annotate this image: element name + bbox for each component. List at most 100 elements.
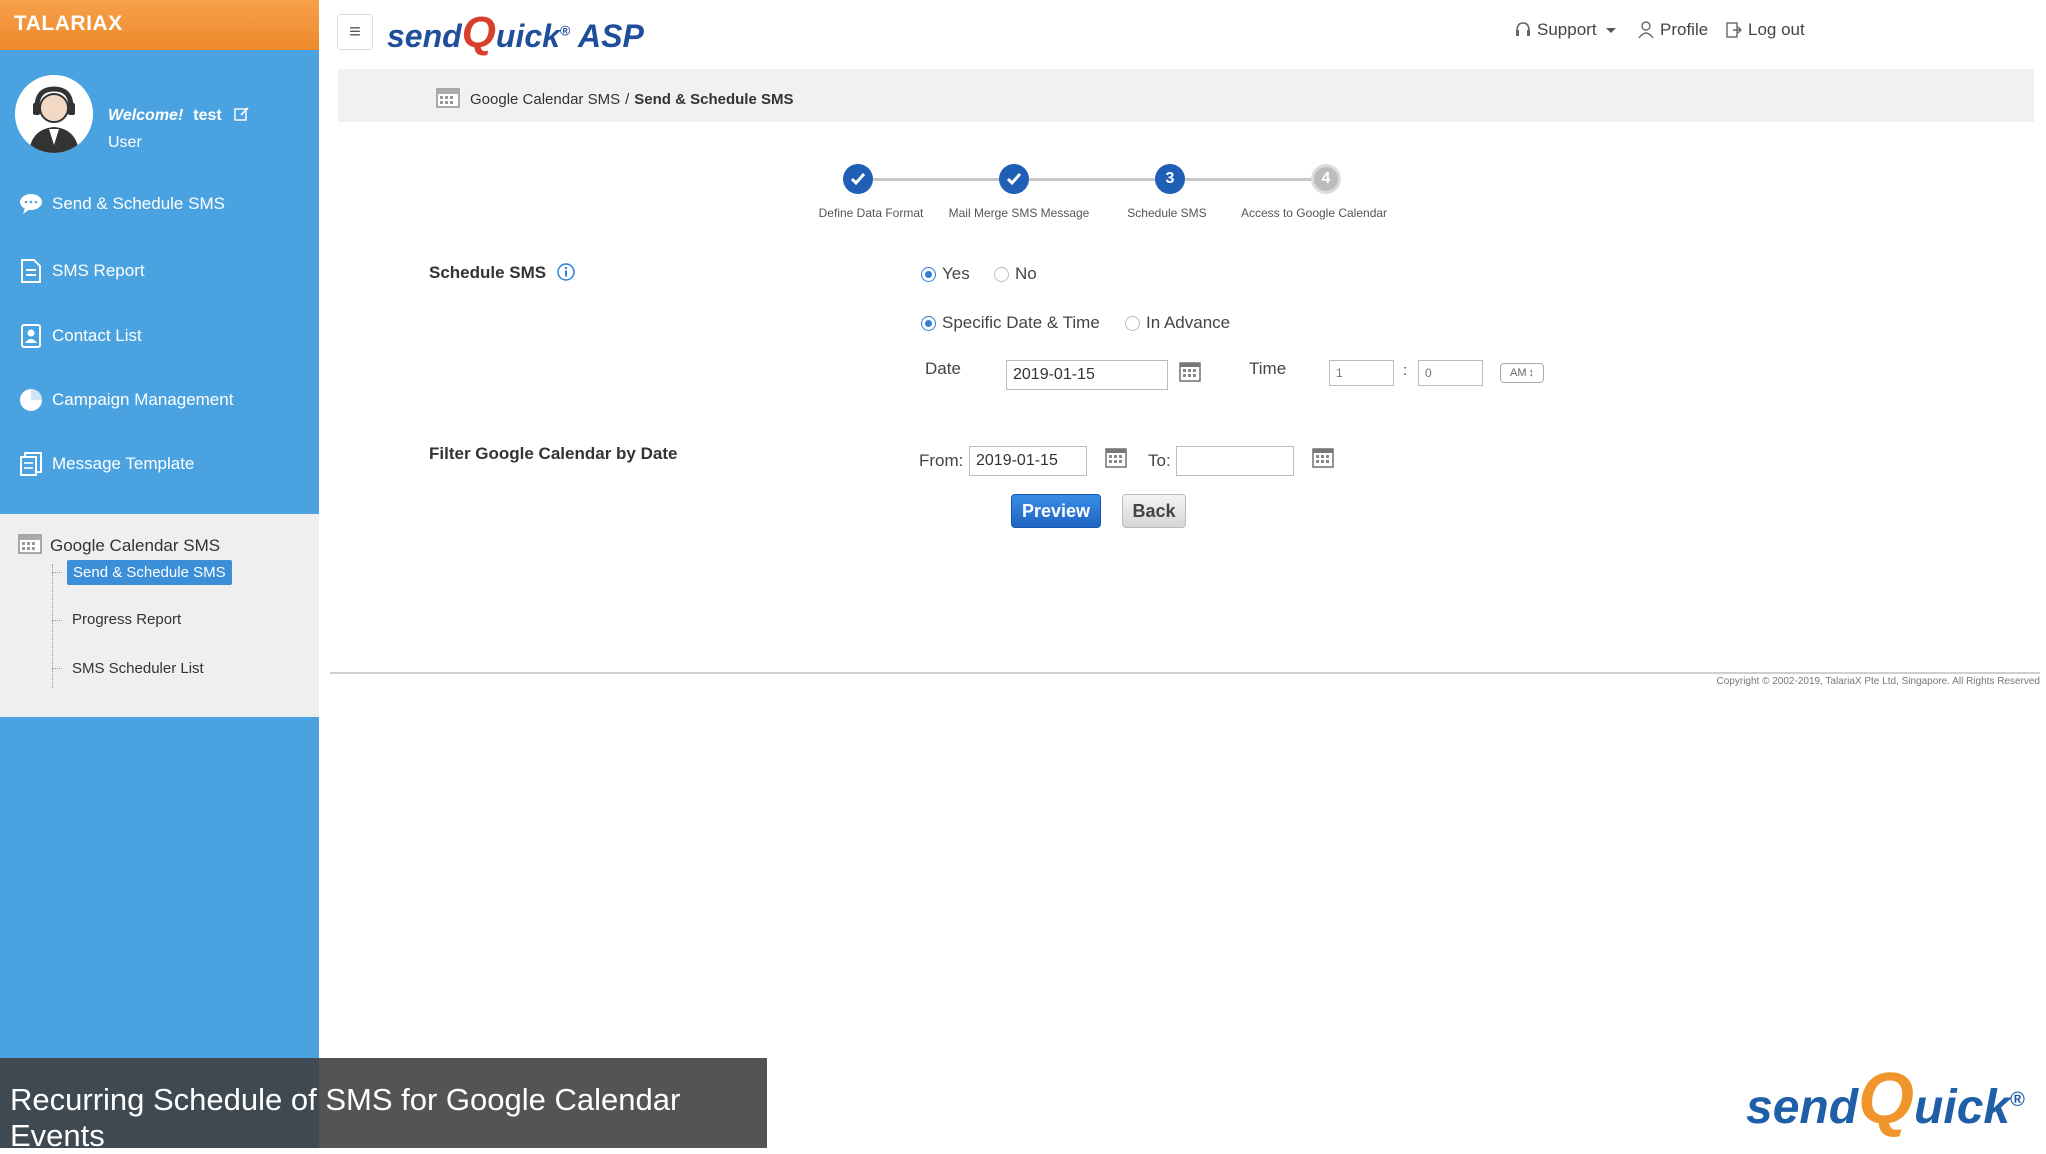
from-label: From: [919,451,964,470]
logo-q: Q [461,8,496,57]
profile-link[interactable]: Profile [1638,20,1708,40]
top-bar: ≡ sendQuick® ASP Support Profile Log out [319,0,2046,66]
submenu-send-schedule-sms[interactable]: Send & Schedule SMS [67,560,232,585]
breadcrumb-parent[interactable]: Google Calendar SMS [470,91,620,108]
tree-connector [52,572,62,573]
menu-toggle-button[interactable]: ≡ [337,14,373,50]
ampm-value: AM [1510,367,1527,379]
step-4-indicator: 4 [1311,164,1341,194]
content-divider [330,672,2040,674]
google-calendar-submenu: Google Calendar SMS Send & Schedule SMS … [0,514,319,717]
from-calendar-icon[interactable] [1105,446,1127,473]
date-label: Date [925,359,961,378]
caret-down-icon [1605,28,1616,33]
username: test [193,107,222,124]
radio-selected-indicator [921,266,936,282]
avatar [15,75,93,153]
date-calendar-icon[interactable] [1179,360,1201,387]
radio-selected-indicator [921,315,936,331]
logo-text: send [387,18,462,54]
radio-label: In Advance [1146,313,1231,332]
select-arrows-icon: ↕ [1528,367,1535,379]
user-role: User [108,134,142,151]
radio-indicator [1125,315,1140,331]
schedule-no-radio[interactable]: No [994,264,1037,284]
ampm-select[interactable]: AM ↕ [1500,363,1544,383]
radio-label: Specific Date & Time [942,313,1100,332]
edit-profile-icon[interactable] [234,106,250,127]
back-button[interactable]: Back [1122,494,1186,528]
headset-icon [1516,22,1530,36]
google-calendar-sms-label: Google Calendar SMS [50,535,221,555]
nav-label: Contact List [52,326,142,345]
sendquick-watermark-logo: sendQuick® [1746,1058,2025,1140]
radio-indicator [994,266,1009,282]
watermark-q: Q [1858,1059,1915,1139]
google-calendar-sms-heading[interactable]: Google Calendar SMS [18,532,220,559]
step-connector [1029,178,1169,181]
welcome-label: Welcome! [108,107,184,124]
schedule-sms-text: Schedule SMS [429,263,547,282]
support-dropdown[interactable]: Support [1515,20,1623,40]
calendar-icon [18,532,42,559]
nav-label: SMS Report [52,261,145,280]
user-panel: Welcome! test User [0,50,319,180]
minute-input[interactable] [1418,360,1483,386]
support-label: Support [1537,20,1597,39]
submenu-progress-report[interactable]: Progress Report [72,611,181,628]
breadcrumb-current: Send & Schedule SMS [634,90,794,108]
to-label: To: [1148,451,1171,470]
checkmark-icon [1006,173,1022,186]
watermark-text: uick [1914,1081,2011,1134]
nav-message-template[interactable]: Message Template [0,444,319,484]
video-caption: Recurring Schedule of SMS for Google Cal… [0,1058,767,1153]
to-calendar-icon[interactable] [1312,446,1334,473]
to-date-input[interactable] [1176,446,1294,476]
submenu-sms-scheduler-list[interactable]: SMS Scheduler List [72,660,204,677]
report-icon [18,258,44,284]
sendquick-asp-logo: sendQuick® ASP [387,8,644,58]
filter-google-calendar-label: Filter Google Calendar by Date [429,444,678,463]
date-input[interactable] [1006,360,1168,390]
nav-send-schedule-sms[interactable]: Send & Schedule SMS [0,184,319,224]
nav-label: Message Template [52,454,195,473]
breadcrumb-bar: Google Calendar SMS / Send & Schedule SM… [338,69,2034,122]
contact-icon [18,323,44,349]
pie-chart-icon [18,387,44,413]
profile-label: Profile [1660,20,1709,39]
step-connector [1185,178,1325,181]
logout-label: Log out [1748,20,1805,39]
from-date-input[interactable] [969,446,1087,476]
tree-connector [52,620,62,621]
step-2-indicator [999,164,1029,194]
logout-link[interactable]: Log out [1726,20,1805,40]
time-label: Time [1249,359,1287,378]
logout-icon [1726,22,1742,38]
preview-button[interactable]: Preview [1011,494,1101,528]
nav-sms-report[interactable]: SMS Report [0,251,319,291]
specific-date-time-radio[interactable]: Specific Date & Time [921,313,1100,333]
brand-logo: TALARIAX [0,0,319,50]
schedule-yes-radio[interactable]: Yes [921,264,970,284]
logo-reg: ® [559,22,571,39]
step-connector [873,178,1013,181]
hour-input[interactable] [1329,360,1394,386]
tree-connector [52,564,53,688]
watermark-reg: ® [2010,1089,2025,1111]
nav-label: Send & Schedule SMS [52,194,225,213]
welcome-text: Welcome! test [108,106,250,127]
step-4-label: Access to Google Calendar [1240,206,1388,220]
info-icon[interactable] [557,263,575,286]
sidebar: TALARIAX Welcome! test User Send & Sched… [0,0,319,1148]
checkmark-icon [850,173,866,186]
radio-label: No [1015,264,1037,283]
calendar-icon [436,86,460,112]
copyright-text: Copyright © 2002-2019, TalariaX Pte Ltd,… [1716,676,2040,687]
nav-campaign-management[interactable]: Campaign Management [0,380,319,420]
step-3-indicator: 3 [1155,164,1185,194]
in-advance-radio[interactable]: In Advance [1125,313,1230,333]
logo-asp: ASP [577,18,644,54]
nav-contact-list[interactable]: Contact List [0,316,319,356]
template-icon [18,451,44,477]
breadcrumb-separator: / [625,90,630,108]
